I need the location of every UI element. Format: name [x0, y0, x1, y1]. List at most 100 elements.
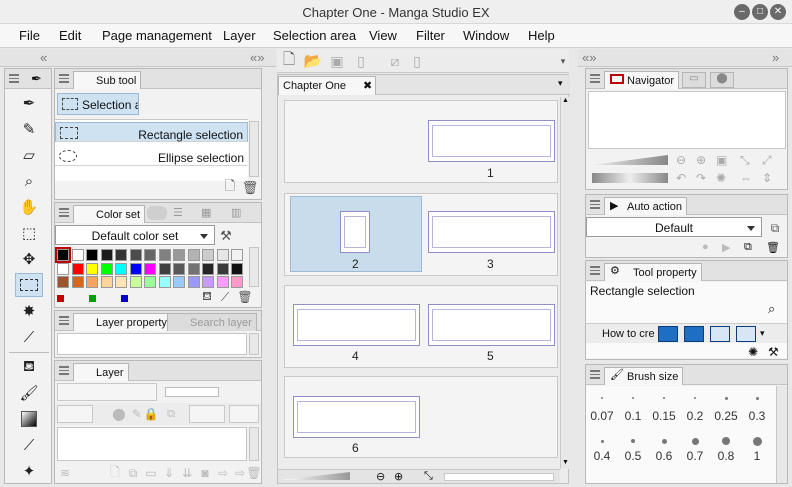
reset-rotate-icon[interactable]: ✺: [716, 171, 726, 185]
sub-tool-group-button[interactable]: Selection ar: [57, 93, 139, 115]
pen-tool-icon[interactable]: ✒: [15, 91, 43, 115]
intersect-selection-icon[interactable]: [736, 326, 756, 342]
record-icon[interactable]: ●: [702, 241, 709, 253]
transfer-down-icon[interactable]: ⇓: [161, 464, 177, 482]
open-folder-icon[interactable]: 📂: [303, 52, 323, 70]
scroll-up-icon[interactable]: ▲: [562, 97, 569, 104]
delete-color-icon[interactable]: 🗑: [237, 289, 253, 305]
color-set-scrollbar[interactable]: [249, 247, 259, 287]
tool-property-search-icon[interactable]: ⌕: [768, 301, 775, 317]
ruler-icon[interactable]: ⇨: [215, 464, 231, 482]
color-swatch[interactable]: [158, 276, 171, 288]
undo-icon[interactable]: ⧄: [385, 52, 405, 70]
brush-tool-icon[interactable]: 🖌: [15, 381, 43, 405]
palette-color-select[interactable]: [229, 405, 259, 423]
color-swatch[interactable]: [216, 262, 229, 275]
color-swatch[interactable]: [187, 262, 200, 275]
color-swatch[interactable]: [57, 276, 69, 288]
blend-mode-select[interactable]: [57, 383, 157, 401]
color-swatch[interactable]: [202, 262, 214, 275]
clip-icon[interactable]: ⇨: [233, 464, 247, 482]
save-icon[interactable]: ▣: [327, 52, 347, 70]
auto-action-settings-icon[interactable]: ⧉: [766, 219, 784, 237]
menu-page-management[interactable]: Page management: [102, 28, 212, 43]
menu-icon[interactable]: [590, 74, 600, 83]
maximize-icon[interactable]: □: [752, 4, 768, 20]
nav-actual-size-icon[interactable]: ▣: [716, 153, 727, 167]
menu-icon[interactable]: [590, 200, 600, 209]
menu-icon[interactable]: [590, 266, 600, 275]
minimize-icon[interactable]: –: [734, 4, 750, 20]
color-swatch[interactable]: [86, 249, 98, 261]
delete-sub-tool-icon[interactable]: 🗑: [242, 180, 259, 196]
play-icon[interactable]: ▶: [722, 241, 730, 254]
color-wheel-tab-icon[interactable]: [147, 206, 167, 220]
zoom-out-icon[interactable]: ⊖: [376, 470, 385, 483]
zoom-in-icon[interactable]: ⊕: [394, 470, 403, 483]
layer-list-scrollbar[interactable]: [249, 427, 259, 461]
menu-layer[interactable]: Layer: [223, 28, 256, 43]
opacity-slider[interactable]: [165, 387, 219, 397]
reference-layer-icon[interactable]: ⬤: [111, 405, 127, 423]
document-scrollbar-horizontal[interactable]: [444, 473, 554, 481]
color-swatch[interactable]: [57, 262, 69, 275]
menu-filter[interactable]: Filter: [416, 28, 445, 43]
color-swatch[interactable]: [158, 262, 171, 275]
add-selection-icon[interactable]: [684, 326, 704, 342]
fit-page-icon[interactable]: ⤡: [424, 470, 433, 483]
layer-color-select[interactable]: [57, 405, 93, 423]
flip-horizontal-icon[interactable]: ⇔: [740, 171, 752, 185]
color-swatch[interactable]: [115, 249, 127, 261]
new-action-icon[interactable]: ⧉: [744, 241, 752, 254]
collapse-left2-icon[interactable]: «»: [250, 50, 264, 65]
color-swatch[interactable]: [144, 276, 156, 288]
brush-size-value[interactable]: 0.2: [680, 409, 710, 423]
tab-sub-tool[interactable]: Sub tool: [73, 71, 142, 89]
close-icon[interactable]: ✕: [770, 4, 786, 20]
redo-icon[interactable]: ▯: [407, 52, 427, 70]
delete-layer-icon[interactable]: 🗑: [246, 464, 261, 482]
brush-size-value[interactable]: 0.6: [649, 449, 679, 463]
menu-icon[interactable]: [590, 370, 600, 379]
auto-action-dropdown[interactable]: Default: [586, 217, 762, 237]
menu-file[interactable]: File: [19, 28, 40, 43]
sub-view-tab-icon[interactable]: ▭: [682, 72, 706, 88]
brush-size-scrollbar[interactable]: [776, 386, 787, 483]
brush-size-value[interactable]: 0.1: [618, 409, 648, 423]
export-icon[interactable]: ▯: [351, 52, 371, 70]
rotate-left-icon[interactable]: ↶: [676, 171, 686, 185]
fill-tool-icon[interactable]: ⛾: [15, 355, 43, 379]
tab-chapter-one[interactable]: Chapter One ✖: [278, 76, 376, 95]
new-file-icon[interactable]: 🗋: [279, 51, 299, 70]
page-thumbnail-4[interactable]: [293, 304, 420, 346]
delete-action-icon[interactable]: 🗑: [766, 241, 780, 254]
color-swatch[interactable]: [202, 249, 214, 261]
menu-selection-area[interactable]: Selection area: [273, 28, 356, 43]
color-swatch[interactable]: [144, 249, 156, 261]
zoom-tool-icon[interactable]: ⌕: [15, 169, 43, 193]
scroll-down-icon[interactable]: ▼: [562, 459, 569, 466]
color-swatch[interactable]: [86, 262, 98, 275]
color-swatch[interactable]: [173, 276, 185, 288]
draft-layer-icon[interactable]: ✎: [131, 405, 143, 423]
brush-size-value[interactable]: 0.07: [587, 409, 617, 423]
color-swatch[interactable]: [173, 249, 185, 261]
move-tool-icon[interactable]: ✥: [15, 247, 43, 271]
page-thumbnail-1[interactable]: [428, 120, 555, 162]
sub-tool-scrollbar[interactable]: [249, 121, 259, 177]
tab-color-set[interactable]: Color set: [73, 205, 146, 223]
color-swatch[interactable]: [115, 262, 127, 275]
menu-icon[interactable]: [59, 208, 69, 217]
menu-view[interactable]: View: [369, 28, 397, 43]
page-thumbnail-6[interactable]: [293, 396, 420, 438]
color-swatch[interactable]: [173, 262, 185, 275]
zoom-slider[interactable]: [280, 472, 350, 480]
color-swatch[interactable]: [202, 276, 214, 288]
tool-reset-icon[interactable]: ✺: [748, 345, 758, 359]
color-slider-tab-icon[interactable]: ☰: [173, 206, 193, 220]
close-tab-icon[interactable]: ✖: [363, 79, 372, 92]
color-swatch[interactable]: [129, 249, 142, 261]
color-swatch[interactable]: [71, 276, 84, 288]
airbrush-tool-icon[interactable]: ⟋: [15, 433, 43, 457]
eyedropper-icon[interactable]: ⟋: [217, 289, 233, 305]
